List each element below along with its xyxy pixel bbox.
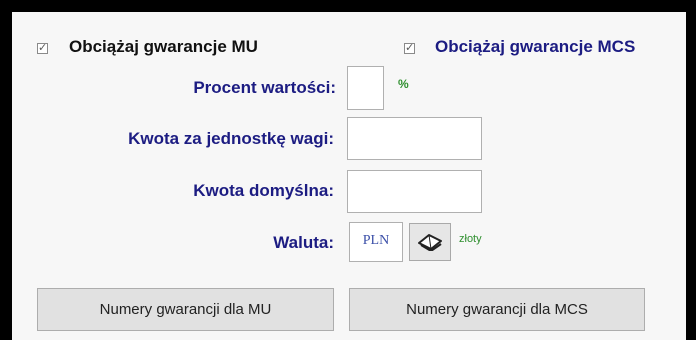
check-icon: ✓ (405, 41, 415, 54)
amount-per-weight-label: Kwota za jednostkę wagi: (128, 129, 334, 148)
currency-label: Waluta: (273, 233, 334, 252)
mcs-guarantee-checkbox[interactable]: ✓ (404, 41, 415, 54)
currency-lookup-button[interactable] (409, 223, 451, 261)
default-amount-label: Kwota domyślna: (193, 181, 334, 200)
mcs-guarantee-label[interactable]: Obciążaj gwarancje MCS (435, 37, 635, 57)
guarantee-panel: ✓ Obciążaj gwarancje MU ✓ Obciążaj gwara… (12, 12, 686, 340)
percent-label: Procent wartości: (193, 78, 336, 97)
book-lookup-icon (418, 234, 442, 251)
mcs-guarantee-numbers-button[interactable]: Numery gwarancji dla MCS (349, 288, 645, 331)
percent-suffix: % (398, 77, 409, 91)
default-amount-input[interactable] (347, 170, 482, 213)
mu-guarantee-checkbox[interactable]: ✓ (37, 41, 48, 54)
amount-per-weight-input[interactable] (347, 117, 482, 160)
check-icon: ✓ (38, 41, 48, 54)
percent-input[interactable] (347, 66, 384, 110)
mu-guarantee-label[interactable]: Obciążaj gwarancje MU (69, 37, 258, 57)
mu-guarantee-numbers-button[interactable]: Numery gwarancji dla MU (37, 288, 334, 331)
currency-code-input[interactable]: PLN (349, 222, 403, 262)
currency-name: złoty (459, 233, 482, 245)
